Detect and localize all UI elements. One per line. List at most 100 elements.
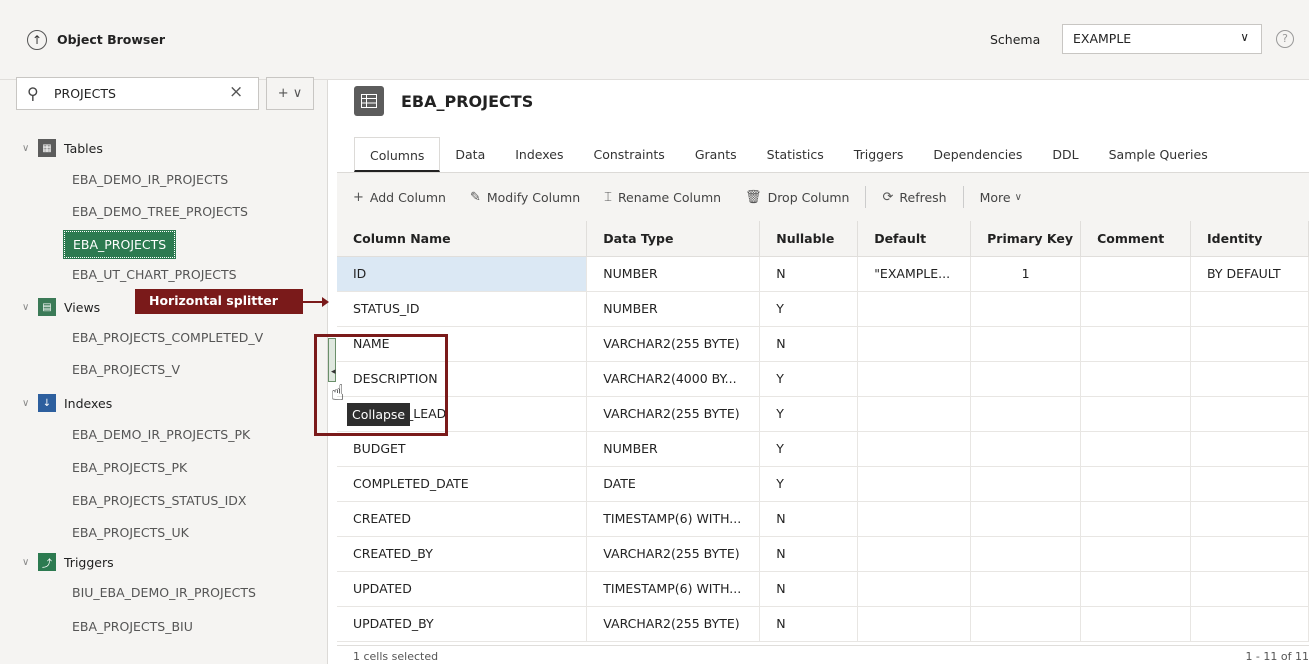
tree-item[interactable]: EBA_PROJECTS_PK [72, 460, 187, 475]
table-cell[interactable]: N [759, 606, 859, 642]
table-cell[interactable] [857, 501, 972, 537]
table-cell[interactable] [1080, 431, 1191, 467]
table-cell[interactable]: "EXAMPLE... [857, 256, 972, 292]
table-cell[interactable] [857, 291, 972, 327]
tree-item[interactable]: EBA_PROJECTS_STATUS_IDX [72, 493, 247, 508]
tree-item-selected[interactable]: EBA_PROJECTS [62, 230, 177, 259]
tree-item[interactable]: EBA_PROJECTS_BIU [72, 619, 193, 634]
tree-group-indexes[interactable]: ∨ ↓ Indexes [22, 394, 112, 412]
table-cell[interactable]: Y [759, 361, 859, 397]
table-cell[interactable]: NUMBER [586, 256, 761, 292]
table-cell[interactable]: Y [759, 431, 859, 467]
table-cell[interactable]: N [759, 326, 859, 362]
table-cell[interactable]: 1 [970, 256, 1082, 292]
table-cell[interactable] [1080, 361, 1191, 397]
table-cell[interactable] [970, 326, 1082, 362]
chevron-down-icon[interactable]: ∨ [22, 143, 38, 154]
table-cell[interactable] [970, 291, 1082, 327]
table-row[interactable]: STATUS_ID NUMBER Y [337, 291, 1309, 327]
table-row[interactable]: NAME VARCHAR2(255 BYTE) N [337, 326, 1309, 362]
table-cell[interactable] [1190, 396, 1309, 432]
more-button[interactable]: More ∨ [980, 190, 1022, 205]
table-row[interactable]: ID NUMBER N "EXAMPLE... 1 BY DEFAULT [337, 256, 1309, 292]
up-arrow-icon[interactable]: ↑ [27, 30, 47, 50]
tab-constraints[interactable]: Constraints [578, 137, 679, 172]
tree-item[interactable]: EBA_PROJECTS_V [72, 362, 180, 377]
table-row[interactable]: BUDGET NUMBER Y [337, 431, 1309, 467]
table-cell[interactable] [1190, 571, 1309, 607]
table-cell[interactable] [970, 431, 1082, 467]
tab-statistics[interactable]: Statistics [752, 137, 839, 172]
tab-ddl[interactable]: DDL [1037, 137, 1093, 172]
table-cell[interactable]: COMPLETED_DATE [337, 466, 588, 502]
table-cell[interactable] [970, 501, 1082, 537]
table-row[interactable]: CREATED TIMESTAMP(6) WITH... N [337, 501, 1309, 537]
table-row[interactable]: CREATED_BY VARCHAR2(255 BYTE) N [337, 536, 1309, 572]
table-cell[interactable] [1190, 291, 1309, 327]
table-cell[interactable]: UPDATED_BY [337, 606, 588, 642]
tree-group-tables[interactable]: ∨ ▦ Tables [22, 139, 103, 157]
tree-group-views[interactable]: ∨ ▤ Views [22, 298, 100, 316]
add-column-button[interactable]: + Add Column [353, 190, 446, 205]
table-cell[interactable]: CREATED [337, 501, 588, 537]
table-cell[interactable] [1080, 501, 1191, 537]
column-header[interactable]: Primary Key [970, 221, 1082, 257]
table-cell[interactable] [1080, 326, 1191, 362]
table-cell[interactable]: Y [759, 466, 859, 502]
tab-columns[interactable]: Columns [354, 137, 441, 172]
table-cell[interactable] [1190, 431, 1309, 467]
table-cell[interactable]: TIMESTAMP(6) WITH... [586, 501, 761, 537]
table-cell[interactable] [857, 361, 972, 397]
table-cell[interactable] [857, 536, 972, 572]
table-row[interactable]: COMPLETED_DATE DATE Y [337, 466, 1309, 502]
tab-sample-queries[interactable]: Sample Queries [1094, 137, 1223, 172]
table-cell[interactable]: VARCHAR2(255 BYTE) [586, 536, 761, 572]
table-row[interactable]: DESCRIPTION VARCHAR2(4000 BY... Y [337, 361, 1309, 397]
tree-item[interactable]: BIU_EBA_DEMO_IR_PROJECTS [72, 585, 256, 600]
table-cell[interactable]: NUMBER [586, 431, 761, 467]
table-row[interactable]: UPDATED TIMESTAMP(6) WITH... N [337, 571, 1309, 607]
table-cell[interactable] [857, 466, 972, 502]
table-cell[interactable]: DATE [586, 466, 761, 502]
column-header[interactable]: Identity [1190, 221, 1309, 257]
tab-data[interactable]: Data [440, 137, 500, 172]
table-cell[interactable]: VARCHAR2(255 BYTE) [586, 326, 761, 362]
tree-item[interactable]: EBA_UT_CHART_PROJECTS [72, 267, 237, 282]
table-cell[interactable] [1080, 466, 1191, 502]
tree-item[interactable]: EBA_DEMO_TREE_PROJECTS [72, 204, 248, 219]
table-cell[interactable]: N [759, 571, 859, 607]
table-cell[interactable]: Y [759, 396, 859, 432]
table-cell[interactable] [1190, 466, 1309, 502]
table-cell[interactable] [857, 571, 972, 607]
help-icon[interactable]: ? [1276, 30, 1294, 48]
tab-grants[interactable]: Grants [680, 137, 752, 172]
table-cell[interactable] [1190, 606, 1309, 642]
table-cell[interactable]: N [759, 536, 859, 572]
table-cell[interactable] [1190, 361, 1309, 397]
table-cell[interactable] [970, 536, 1082, 572]
table-row[interactable]: UPDATED_BY VARCHAR2(255 BYTE) N [337, 606, 1309, 642]
tree-item[interactable]: EBA_DEMO_IR_PROJECTS [72, 172, 228, 187]
column-header[interactable]: Data Type [586, 221, 761, 257]
table-cell[interactable] [1080, 256, 1191, 292]
rename-column-button[interactable]: ⌶ Rename Column [604, 190, 721, 205]
table-cell[interactable] [970, 396, 1082, 432]
table-cell[interactable] [970, 466, 1082, 502]
tab-indexes[interactable]: Indexes [500, 137, 578, 172]
column-header[interactable]: Column Name [337, 221, 588, 257]
drop-column-button[interactable]: 🗑 Drop Column [745, 190, 849, 205]
tree-item[interactable]: EBA_DEMO_IR_PROJECTS_PK [72, 427, 250, 442]
table-cell[interactable]: NUMBER [586, 291, 761, 327]
modify-column-button[interactable]: ✎ Modify Column [470, 190, 580, 205]
table-cell[interactable]: N [759, 501, 859, 537]
tree-item[interactable]: EBA_PROJECTS_COMPLETED_V [72, 330, 263, 345]
table-cell[interactable] [970, 361, 1082, 397]
table-cell[interactable] [1190, 536, 1309, 572]
table-cell[interactable] [970, 571, 1082, 607]
search-input[interactable]: ⚲ PROJECTS × [16, 77, 259, 110]
table-cell[interactable]: STATUS_ID [337, 291, 588, 327]
table-cell[interactable]: BY DEFAULT [1190, 256, 1309, 292]
table-cell[interactable] [1080, 536, 1191, 572]
table-cell[interactable] [1080, 606, 1191, 642]
table-cell[interactable] [1080, 291, 1191, 327]
